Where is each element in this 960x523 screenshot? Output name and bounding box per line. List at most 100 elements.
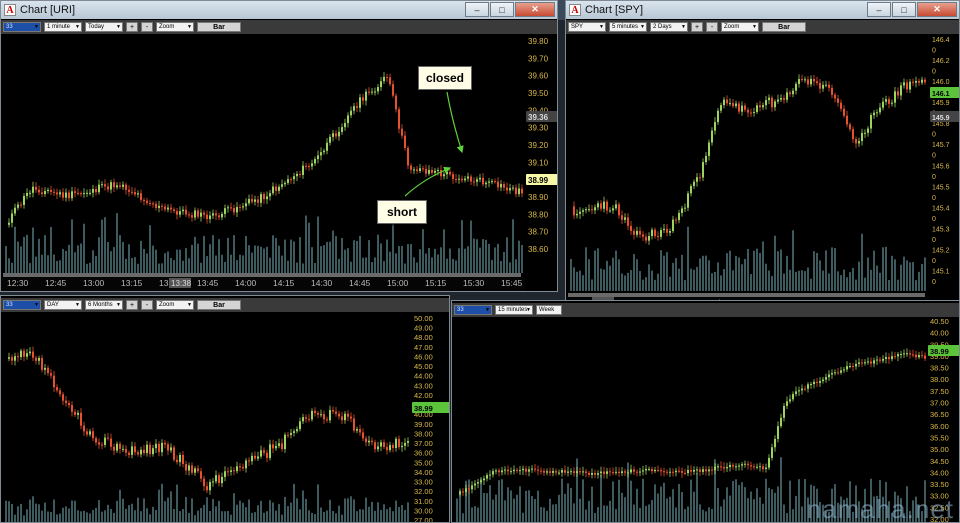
- volume-bar: [158, 263, 160, 273]
- interval-select[interactable]: 1 minute ▼: [44, 22, 82, 32]
- volume-bar: [92, 250, 94, 273]
- daily-chart-canvas[interactable]: 50.0049.0048.0047.0046.0045.0044.0043.00…: [1, 314, 450, 523]
- candle-body: [900, 85, 902, 96]
- volume-bar: [113, 247, 115, 273]
- price-axis-label: 38.80: [528, 210, 549, 219]
- uri-window-titlebar[interactable]: A Chart [URI] – □ ✕: [1, 1, 557, 19]
- chart-mode-button[interactable]: Bar: [197, 300, 241, 310]
- symbol-select[interactable]: 33 ▼: [3, 22, 41, 32]
- candle-body: [182, 455, 184, 464]
- candle-body: [594, 207, 596, 211]
- volume-bar: [317, 216, 319, 273]
- candle-body: [95, 438, 97, 443]
- price-axis-label: 37.00: [414, 439, 433, 448]
- price-axis-label: 27.00: [414, 516, 433, 523]
- volume-bar: [606, 505, 608, 522]
- candle-body: [858, 362, 860, 364]
- zoom-select[interactable]: Zoom ▼: [156, 300, 194, 310]
- interval-select[interactable]: DAY ▼: [44, 300, 82, 310]
- volume-bar: [275, 238, 277, 273]
- candle-body: [648, 235, 650, 241]
- candle-body: [389, 77, 391, 85]
- volume-bar: [651, 270, 653, 291]
- candle-body: [492, 471, 494, 475]
- volume-bar: [660, 250, 662, 291]
- volume-bar: [497, 243, 499, 273]
- zoom-in-button[interactable]: +: [126, 300, 138, 310]
- last-price-badge-text: 38.99: [414, 404, 433, 413]
- volume-bar: [248, 245, 250, 273]
- candle-body: [29, 351, 31, 354]
- candle-body: [873, 112, 875, 116]
- zoom-select[interactable]: Zoom ▼: [156, 22, 194, 32]
- volume-bar: [512, 219, 514, 273]
- candle-body: [861, 132, 863, 142]
- range-select[interactable]: Week: [536, 305, 562, 315]
- candle-body: [377, 87, 379, 92]
- volume-bar: [374, 257, 376, 273]
- zoom-out-button[interactable]: -: [141, 22, 153, 32]
- candle-body: [921, 355, 923, 357]
- volume-bar: [609, 265, 611, 291]
- candle-body: [651, 229, 653, 236]
- candle-body: [179, 211, 181, 215]
- symbol-select[interactable]: 33 ▼: [454, 305, 492, 315]
- volume-bar: [810, 278, 812, 291]
- minimize-button[interactable]: –: [465, 2, 489, 17]
- zoom-out-button[interactable]: -: [706, 22, 718, 32]
- zoom-in-button[interactable]: +: [126, 22, 138, 32]
- zoom-select[interactable]: Zoom ▼: [721, 22, 759, 32]
- volume-bar: [56, 514, 58, 522]
- volume-bar: [624, 497, 626, 522]
- spy-chart-canvas[interactable]: 146.4 0 146.2 0 146.0 0 145.9 0 145.8 0 145.7 0 145.…: [566, 35, 960, 310]
- close-button[interactable]: ✕: [515, 2, 555, 17]
- zoom-in-button[interactable]: +: [691, 22, 703, 32]
- volume-bar: [473, 238, 475, 273]
- volume-bar: [104, 510, 106, 522]
- volume-bar: [891, 255, 893, 291]
- volume-bar: [765, 478, 767, 522]
- interval-select[interactable]: 5 minutes ▼: [609, 22, 647, 32]
- symbol-select[interactable]: SPY ▼: [568, 22, 606, 32]
- symbol-select[interactable]: 33 ▼: [3, 300, 41, 310]
- candle-body: [164, 206, 166, 210]
- volume-bar: [32, 496, 34, 522]
- candle-body: [912, 354, 914, 356]
- zoom-out-button[interactable]: -: [141, 300, 153, 310]
- candle-body: [822, 379, 824, 382]
- range-select[interactable]: Today ▼: [85, 22, 123, 32]
- candle-body: [242, 206, 244, 208]
- range-select[interactable]: 6 Months ▼: [85, 300, 123, 310]
- spy-toolbar: SPY ▼ 5 minutes ▼ 2 Days ▼ + - Zoom ▼ Bar: [566, 20, 959, 34]
- chart-mode-button[interactable]: Bar: [197, 22, 241, 32]
- candle-body: [756, 105, 758, 113]
- week-chart-canvas[interactable]: 40.5040.0039.5039.0038.5038.0037.5037.00…: [452, 319, 960, 523]
- volume-bar: [167, 251, 169, 273]
- volume-bar: [152, 506, 154, 522]
- volume-bar: [206, 497, 208, 522]
- minimize-button[interactable]: –: [867, 2, 891, 17]
- price-axis-label: 0: [932, 132, 936, 139]
- spy-window-titlebar[interactable]: A Chart [SPY] – □ ✕: [566, 1, 959, 19]
- range-select[interactable]: 2 Days ▼: [650, 22, 688, 32]
- interval-select[interactable]: 15 minutes ▼: [495, 305, 533, 315]
- maximize-button[interactable]: □: [892, 2, 916, 17]
- volume-bar: [525, 490, 527, 522]
- candle-body: [368, 91, 370, 93]
- close-button[interactable]: ✕: [917, 2, 957, 17]
- chart-mode-button[interactable]: Bar: [762, 22, 806, 32]
- volume-bar: [125, 508, 127, 522]
- candle-body: [780, 98, 782, 100]
- volume-bar: [789, 269, 791, 291]
- volume-bar: [723, 269, 725, 291]
- uri-chart-canvas[interactable]: 39.8039.7039.6039.5039.4039.3039.2039.10…: [1, 35, 558, 292]
- volume-bar: [549, 498, 551, 522]
- candle-body: [197, 210, 199, 217]
- volume-bar: [750, 491, 752, 522]
- volume-bar: [753, 499, 755, 522]
- candle-body: [386, 76, 388, 78]
- candle-body: [77, 412, 79, 415]
- maximize-button[interactable]: □: [490, 2, 514, 17]
- candle-body: [452, 174, 454, 180]
- candle-body: [633, 469, 635, 472]
